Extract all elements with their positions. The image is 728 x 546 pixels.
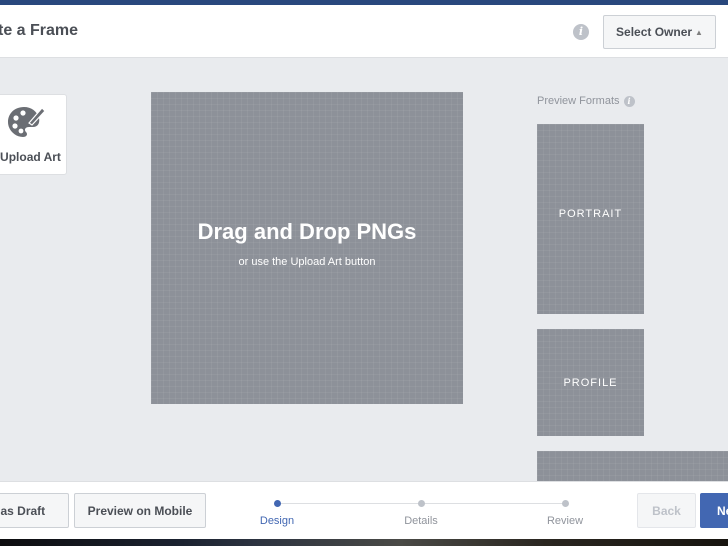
header: te a Frame i Select Owner ▲︎ xyxy=(0,5,728,58)
step-label: Review xyxy=(546,515,584,527)
info-icon[interactable]: i xyxy=(623,95,635,107)
save-as-draft-button[interactable]: ve as Draft xyxy=(0,493,69,528)
background-photo xyxy=(0,539,728,546)
footer-bar: ve as Draft Preview on Mobile Design Det… xyxy=(0,481,728,539)
drop-zone-subtitle: or use the Upload Art button xyxy=(238,256,376,268)
step-review[interactable]: Review xyxy=(530,498,600,527)
step-label: Design xyxy=(259,515,295,527)
preview-profile[interactable]: PROFILE xyxy=(537,329,644,436)
drop-zone-title: Drag and Drop PNGs xyxy=(197,219,417,244)
back-button[interactable]: Back xyxy=(637,493,696,528)
step-dot-icon xyxy=(417,500,425,507)
drag-drop-zone[interactable]: Drag and Drop PNGs or use the Upload Art… xyxy=(151,92,463,404)
preview-profile-label: PROFILE xyxy=(563,376,618,389)
preview-on-mobile-button[interactable]: Preview on Mobile xyxy=(74,493,206,528)
step-details[interactable]: Details xyxy=(386,498,456,527)
preview-portrait[interactable]: PORTRAIT xyxy=(537,124,644,314)
preview-formats-label: Preview Formats i xyxy=(537,95,635,107)
palette-icon xyxy=(8,107,46,137)
step-label: Details xyxy=(404,515,438,527)
progress-stepper: Design Details Review xyxy=(260,498,590,528)
upload-art-label: Upload Art xyxy=(0,150,61,164)
step-design[interactable]: Design xyxy=(242,498,312,527)
sort-caret-icon: ▲︎ xyxy=(695,27,703,37)
step-dot-icon xyxy=(273,500,281,507)
page-title: te a Frame xyxy=(0,22,79,39)
select-owner-label: Select Owner xyxy=(616,25,693,39)
next-button[interactable]: Ne xyxy=(700,493,728,528)
step-dot-icon xyxy=(561,500,569,507)
preview-cover[interactable] xyxy=(537,451,728,481)
preview-portrait-label: PORTRAIT xyxy=(558,208,623,220)
preview-formats-text: Preview Formats xyxy=(537,95,620,107)
info-icon[interactable]: i xyxy=(573,24,589,40)
design-workspace: Upload Art Drag and Drop PNGs or use the… xyxy=(0,58,728,481)
select-owner-dropdown[interactable]: Select Owner ▲︎ xyxy=(603,15,716,49)
upload-art-button[interactable]: Upload Art xyxy=(0,94,67,175)
